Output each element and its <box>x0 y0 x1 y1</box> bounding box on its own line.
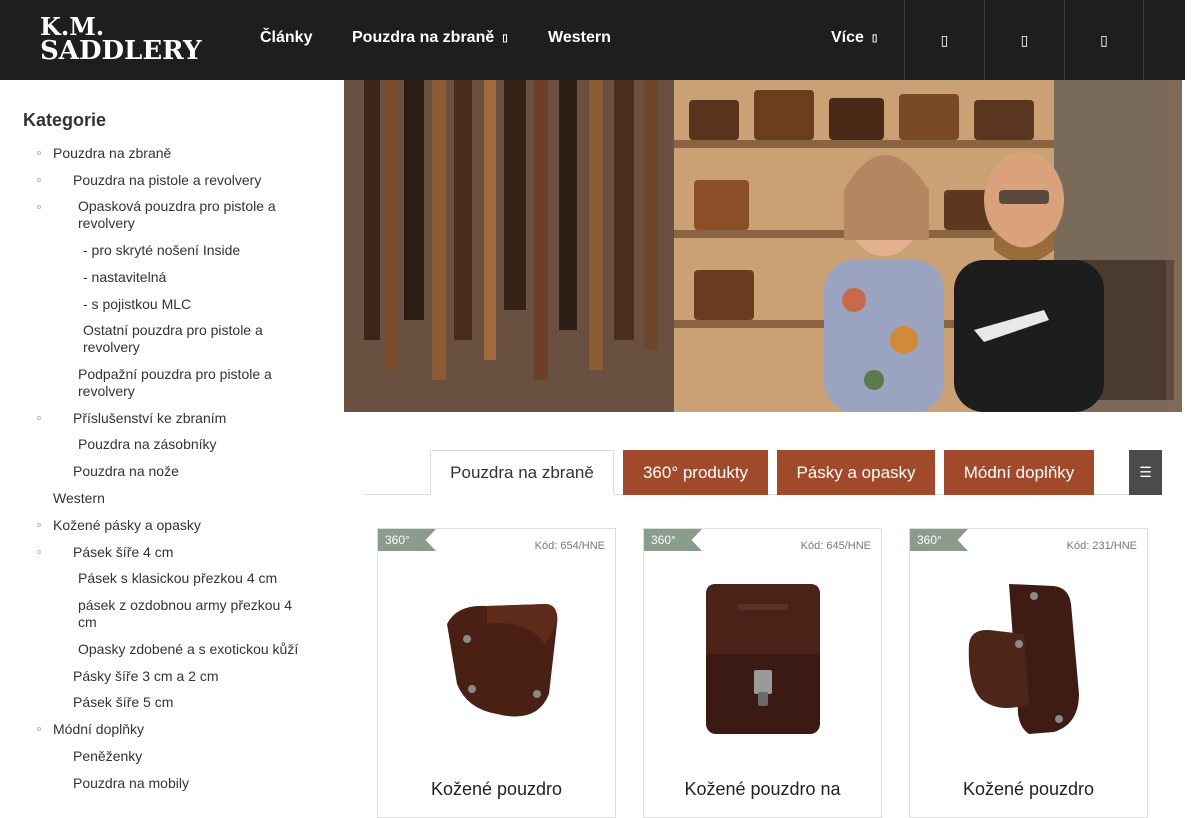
tab-label: 360° produkty <box>642 462 749 482</box>
category-item[interactable]: Pouzdra na pistole a revolvery <box>73 172 261 189</box>
tab-label: Pásky a opasky <box>796 462 916 482</box>
tab-modni-doplnky[interactable]: Módní doplňky <box>944 450 1094 495</box>
category-item[interactable]: Western <box>53 490 105 507</box>
category-item[interactable]: Opasková pouzdra pro pistole a revolvery <box>78 198 293 232</box>
category-item[interactable]: Ostatní pouzdra pro pistole a revolvery <box>83 322 293 356</box>
logo[interactable]: K.M. SADDLERY <box>40 15 202 67</box>
tab-label: Pouzdra na zbraně <box>450 462 594 482</box>
nav-label: Pouzdra na zbraně <box>352 29 495 46</box>
tab-label: Módní doplňky <box>963 462 1075 482</box>
nav-label: Články <box>260 29 313 46</box>
nav-pouzdra[interactable]: Pouzdra na zbraně ▯ <box>352 29 508 47</box>
360-badge: 360° <box>644 529 702 551</box>
category-item[interactable]: Příslušenství ke zbraním <box>73 410 226 427</box>
category-item[interactable]: pásek z ozdobnou army přezkou 4 cm <box>78 597 303 631</box>
tab-pouzdra-na-zbrane[interactable]: Pouzdra na zbraně <box>430 450 614 495</box>
search-icon: ▯ <box>940 31 949 48</box>
product-card[interactable]: 360° Kód: 231/HNE Kožené pouzdro <box>909 528 1148 818</box>
bullet-icon <box>37 151 41 155</box>
hero-banner-image <box>344 80 1182 412</box>
product-title[interactable]: Kožené pouzdro <box>378 779 615 800</box>
sidebar-title: Kategorie <box>23 110 107 130</box>
workshop-photo <box>344 80 1182 412</box>
chevron-down-icon: ▯ <box>502 33 508 44</box>
product-image[interactable] <box>644 551 881 767</box>
pouch-image <box>705 584 820 734</box>
product-image[interactable] <box>910 551 1147 767</box>
holster-image <box>968 584 1079 734</box>
category-item[interactable]: Pásek šíře 5 cm <box>73 694 173 711</box>
nav-clanky[interactable]: Články <box>260 29 312 47</box>
bullet-icon <box>37 205 41 209</box>
tab-360-produkty[interactable]: 360° produkty <box>623 450 768 495</box>
category-item[interactable]: Peněženky <box>73 748 142 765</box>
category-item[interactable]: Opasky zdobené a s exotickou kůží <box>78 641 298 658</box>
360-badge: 360° <box>910 529 968 551</box>
cart-button[interactable]: ▯ <box>1064 0 1144 80</box>
category-item[interactable]: - pro skryté nošení Inside <box>83 242 240 259</box>
category-item[interactable]: Pásky šíře 3 cm a 2 cm <box>73 668 218 685</box>
category-item[interactable]: Pásek šíře 4 cm <box>73 544 173 561</box>
bullet-icon <box>37 727 41 731</box>
nav-western[interactable]: Western <box>548 29 611 47</box>
category-item[interactable]: - nastavitelná <box>83 269 166 286</box>
cart-icon: ▯ <box>1100 31 1108 48</box>
category-item[interactable]: Pouzdra na nože <box>73 463 179 480</box>
user-button[interactable]: ▯ <box>984 0 1064 80</box>
product-title[interactable]: Kožené pouzdro na <box>644 779 881 800</box>
category-item[interactable]: Podpažní pouzdra pro pistole a revolvery <box>78 366 293 400</box>
category-sidebar: Kategorie Pouzdra na zbraně Pouzdra na p… <box>0 80 344 800</box>
category-item[interactable]: Pouzdra na mobily <box>73 775 189 792</box>
bullet-icon <box>37 178 41 182</box>
hero-scroll-edge <box>1166 80 1182 412</box>
category-item[interactable]: Pouzdra na zásobníky <box>78 436 217 453</box>
bullet-icon <box>37 523 41 527</box>
nav-label: Western <box>548 29 611 46</box>
site-header: K.M. SADDLERY Články Pouzdra na zbraně ▯ … <box>0 0 1185 80</box>
product-title[interactable]: Kožené pouzdro <box>910 779 1147 800</box>
category-item[interactable]: Pouzdra na zbraně <box>53 145 171 162</box>
holster-image <box>446 604 557 717</box>
category-item[interactable]: - s pojistkou MLC <box>83 296 191 313</box>
tab-pasky-a-opasky[interactable]: Pásky a opasky <box>777 450 935 495</box>
search-button[interactable]: ▯ <box>904 0 984 80</box>
product-card[interactable]: 360° Kód: 645/HNE Kožené pouzdro na <box>643 528 882 818</box>
bullet-icon <box>37 416 41 420</box>
360-badge: 360° <box>378 529 436 551</box>
nav-label: Více <box>831 29 864 46</box>
hamburger-icon: ☰ <box>1139 464 1152 480</box>
bullet-icon <box>37 550 41 554</box>
tabs-menu-button[interactable]: ☰ <box>1129 450 1162 495</box>
chevron-down-icon: ▯ <box>871 33 878 44</box>
category-item[interactable]: Pásek s klasickou přezkou 4 cm <box>78 570 277 587</box>
nav-vice[interactable]: Více ▯ <box>831 29 877 47</box>
product-card[interactable]: 360° Kód: 654/HNE Kožené pouzdro <box>377 528 616 818</box>
product-image[interactable] <box>378 551 615 767</box>
category-item[interactable]: Kožené pásky a opasky <box>53 517 201 534</box>
user-icon: ▯ <box>1020 31 1029 48</box>
logo-line2: SADDLERY <box>40 36 202 66</box>
category-item[interactable]: Módní doplňky <box>53 721 144 738</box>
